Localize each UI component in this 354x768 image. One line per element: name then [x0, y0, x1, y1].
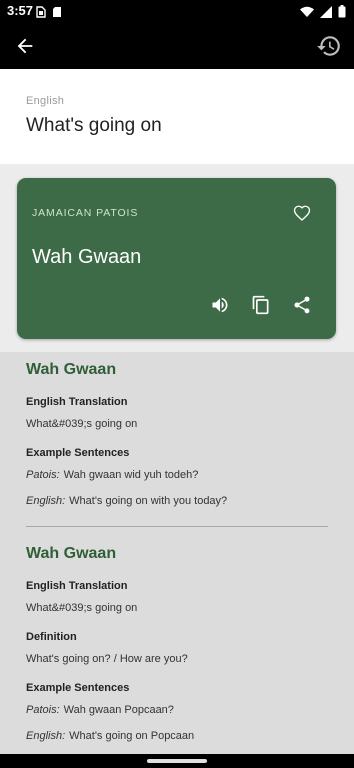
example-text: What's going on with you today?: [69, 495, 228, 507]
translation-label: English Translation: [26, 580, 128, 592]
sd-card-icon: [52, 5, 62, 23]
translation-value: What&#039;s going on: [26, 602, 138, 614]
app-bar: [0, 22, 354, 69]
sim-card-icon: [36, 5, 46, 23]
target-language-label: JAMAICAN PATOIS: [32, 207, 139, 219]
copy-button[interactable]: [251, 295, 271, 315]
translation-value: What&#039;s going on: [26, 418, 138, 430]
navigation-bar: [0, 754, 354, 768]
home-gesture-handle[interactable]: [147, 759, 207, 763]
entry-title: Wah Gwaan: [26, 545, 117, 562]
definition-value: What's going on? / How are you?: [26, 653, 188, 665]
entry-divider: [26, 526, 328, 527]
copy-icon: [252, 295, 269, 315]
example-english: English: What's going on Popcaan: [26, 730, 194, 742]
example-prefix: English:: [26, 495, 66, 507]
favorite-button[interactable]: [293, 204, 311, 222]
favorite-icon: [293, 205, 311, 221]
example-patois: Patois: Wah gwaan wid yuh todeh?: [26, 469, 198, 481]
example-patois: Patois: Wah gwaan Popcaan?: [26, 704, 174, 716]
history-button[interactable]: [316, 33, 342, 59]
example-text: Wah gwaan Popcaan?: [63, 704, 174, 716]
example-text: Wah gwaan wid yuh todeh?: [63, 469, 199, 481]
status-bar: 3:57: [0, 0, 354, 22]
example-prefix: English:: [26, 730, 66, 742]
example-english: English: What's going on with you today?: [26, 495, 227, 507]
target-text: Wah Gwaan: [32, 246, 142, 268]
wifi-icon: [300, 5, 314, 23]
entry-title: Wah Gwaan: [26, 361, 117, 378]
example-prefix: Patois:: [26, 469, 60, 481]
examples-label: Example Sentences: [26, 447, 130, 459]
result-card-area: JAMAICAN PATOIS Wah Gwaan: [0, 164, 354, 352]
translation-label: English Translation: [26, 396, 128, 408]
speak-button[interactable]: [210, 295, 230, 315]
speaker-icon: [212, 297, 228, 313]
status-time: 3:57: [7, 3, 34, 18]
share-icon: [294, 296, 310, 314]
details-list[interactable]: Wah Gwaan English Translation What&#039;…: [0, 352, 354, 754]
source-text: What's going on: [26, 115, 162, 136]
source-language-label: English: [26, 95, 65, 107]
arrow-back-icon: [17, 38, 33, 54]
example-prefix: Patois:: [26, 704, 60, 716]
share-button[interactable]: [292, 295, 312, 315]
examples-label: Example Sentences: [26, 682, 130, 694]
definition-label: Definition: [26, 631, 77, 643]
source-panel[interactable]: English What's going on: [0, 69, 354, 164]
result-card: JAMAICAN PATOIS Wah Gwaan: [17, 178, 336, 339]
battery-icon: [338, 5, 346, 23]
signal-icon: [320, 5, 332, 23]
history-icon: [317, 36, 340, 56]
back-button[interactable]: [14, 35, 36, 57]
example-text: What's going on Popcaan: [69, 730, 195, 742]
